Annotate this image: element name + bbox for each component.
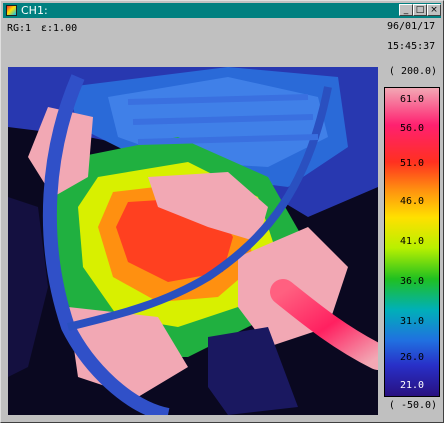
- maximize-button[interactable]: □: [413, 4, 427, 16]
- scale-min-value: ( -50.0): [388, 400, 438, 411]
- thermal-viewer-window: CH1: _ □ × RG:1 ε:1.00 96/01/17 15:45:37: [0, 0, 444, 423]
- title-bar[interactable]: CH1: _ □ ×: [3, 3, 441, 18]
- temperature-color-scale: 61.0 56.0 51.0 46.0 41.0 36.0 31.0 26.0 …: [384, 87, 440, 397]
- scale-tick: 51.0: [399, 158, 425, 169]
- thermal-app-icon[interactable]: [6, 5, 17, 16]
- minimize-button[interactable]: _: [399, 4, 413, 16]
- scale-tick: 61.0: [399, 94, 425, 105]
- scale-tick: 26.0: [399, 352, 425, 363]
- thermal-image-graphic: [8, 67, 378, 415]
- range-label: RG:1: [7, 23, 32, 34]
- time-label: 15:45:37: [387, 41, 436, 52]
- scale-tick: 31.0: [399, 316, 425, 327]
- scale-tick: 56.0: [399, 123, 425, 134]
- scale-tick: 36.0: [399, 276, 425, 287]
- scale-tick: 21.0: [399, 380, 425, 391]
- scale-tick: 46.0: [399, 196, 425, 207]
- thermal-image[interactable]: [8, 67, 378, 415]
- scale-tick: 41.0: [399, 236, 425, 247]
- close-button[interactable]: ×: [427, 4, 441, 16]
- window-title: CH1:: [21, 4, 48, 17]
- scale-max-value: ( 200.0): [388, 66, 438, 77]
- emissivity-label: ε:1.00: [41, 23, 78, 34]
- date-label: 96/01/17: [387, 21, 436, 32]
